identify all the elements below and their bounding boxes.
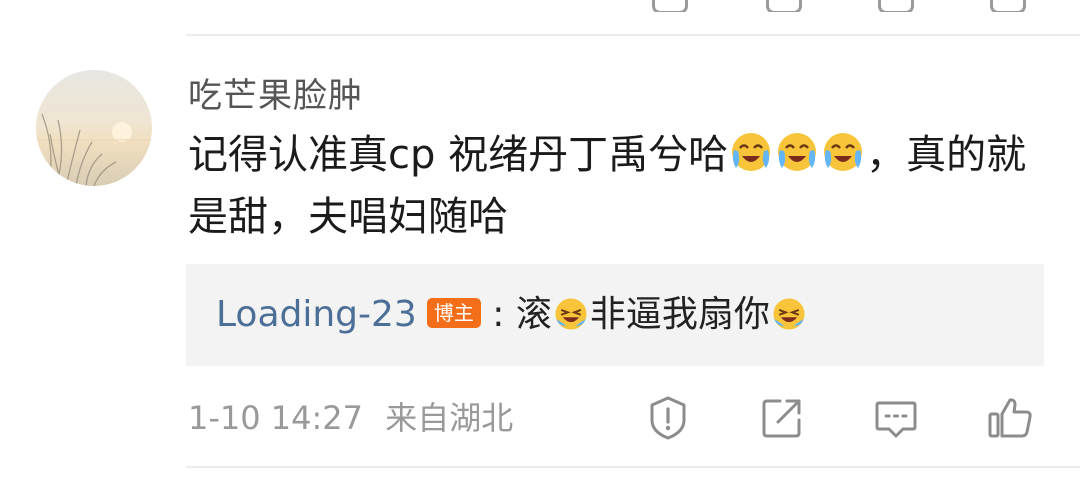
top-divider — [186, 34, 1080, 36]
comment-text-part1: 记得认准真cp 祝绪丹丁禹兮哈 — [188, 132, 729, 178]
reply-text-part2: 非逼我扇你 — [589, 294, 770, 335]
crying-laugh-emoji — [824, 133, 863, 171]
reply-username[interactable]: Loading-23 — [216, 294, 417, 335]
comment-location: 来自湖北 — [385, 399, 514, 437]
bottom-divider — [186, 466, 1080, 468]
repost-icon[interactable] — [758, 394, 806, 442]
reply-box[interactable]: Loading-23 博主 : 滚非逼我扇你 — [186, 264, 1044, 366]
report-icon[interactable] — [652, 0, 688, 12]
comment-username[interactable]: 吃芒果脸肿 — [188, 76, 363, 116]
laughing-tears-emoji — [555, 298, 587, 330]
author-badge: 博主 — [426, 298, 481, 328]
laughing-tears-emoji — [773, 298, 805, 330]
crying-laugh-emoji — [732, 133, 771, 171]
previous-comment-actions — [0, 0, 1080, 12]
like-icon[interactable] — [986, 394, 1034, 442]
reply-text-part1: 滚 — [515, 294, 552, 335]
reply-separator: : — [492, 294, 505, 335]
comment-icon[interactable] — [872, 394, 920, 442]
comment-icon[interactable] — [878, 0, 914, 12]
comment-meta: 1-10 14:27 来自湖北 — [188, 396, 513, 440]
crying-laugh-emoji — [778, 133, 817, 171]
avatar[interactable] — [36, 70, 152, 186]
report-icon[interactable] — [644, 394, 692, 442]
repost-icon[interactable] — [766, 0, 802, 12]
reply-line: Loading-23 博主 : 滚非逼我扇你 — [216, 292, 808, 338]
comment-text: 记得认准真cp 祝绪丹丁禹兮哈 ，真的就是甜，夫唱妇随哈 — [188, 124, 1028, 248]
comment-time: 1-10 14:27 — [188, 399, 364, 437]
like-icon[interactable] — [990, 0, 1026, 12]
